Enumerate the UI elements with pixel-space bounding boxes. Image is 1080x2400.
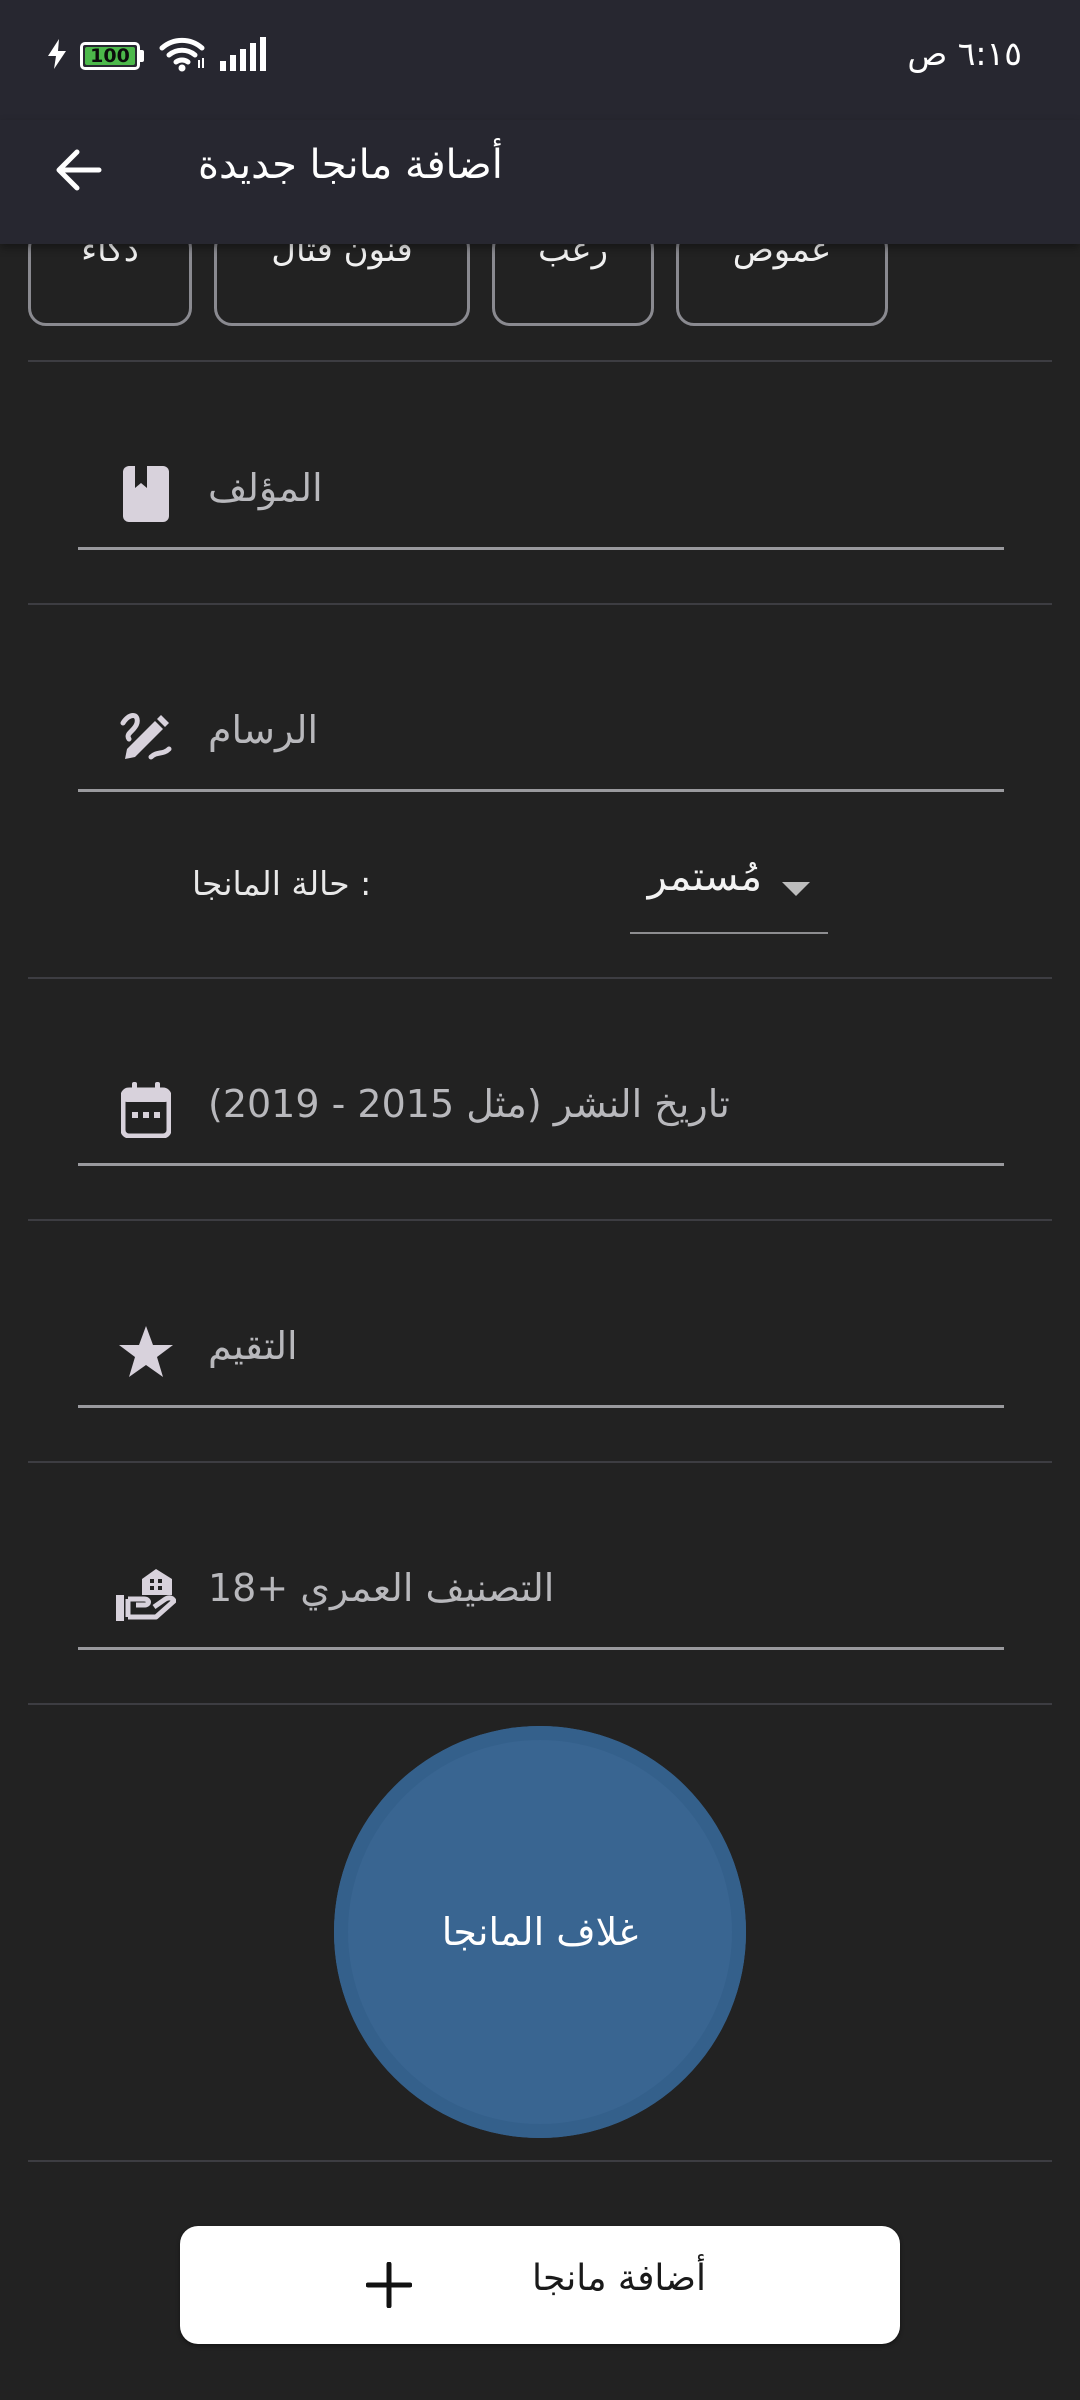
age-rating-field[interactable]: التصنيف العمري +18 <box>78 1530 1004 1650</box>
divider <box>28 977 1052 979</box>
screen: 100 ٦:١٥ ص أضافة مانجا جديدة عموص رعب فن… <box>0 0 1080 2400</box>
artist-field[interactable]: الرسام <box>78 672 1004 792</box>
rating-placeholder: التقيم <box>208 1324 298 1368</box>
genre-chip[interactable]: ذكاء <box>28 230 192 326</box>
release-date-placeholder: تاريخ النشر (مثل 2015 - 2019) <box>208 1082 730 1126</box>
battery-icon: 100 <box>80 42 144 70</box>
genre-chip[interactable]: عموص <box>676 230 888 326</box>
age-rating-placeholder: التصنيف العمري +18 <box>208 1566 555 1610</box>
divider <box>28 603 1052 605</box>
status-time: ٦:١٥ ص <box>907 34 1022 73</box>
status-icons: 100 <box>48 36 270 76</box>
divider <box>28 2160 1052 2162</box>
star-icon <box>114 1320 178 1384</box>
book-icon <box>114 462 178 526</box>
hand-house-icon <box>114 1562 178 1626</box>
add-manga-label: أضافة مانجا <box>532 2258 706 2299</box>
genre-chip[interactable]: فنون قتال <box>214 230 470 326</box>
manga-status-label: : حالة المانجا <box>192 864 372 903</box>
add-manga-button[interactable]: أضافة مانجا <box>180 2226 900 2344</box>
signal-icon <box>220 37 270 75</box>
charging-icon <box>48 39 66 73</box>
author-field[interactable]: المؤلف <box>78 430 1004 550</box>
divider <box>28 1219 1052 1221</box>
manga-status-value: مُستمر <box>647 854 762 900</box>
draw-icon <box>114 704 178 768</box>
author-placeholder: المؤلف <box>208 466 323 510</box>
manga-cover-label: غلاف المانجا <box>441 1910 639 1954</box>
manga-status-row: : حالة المانجا مُستمر <box>0 840 1080 950</box>
artist-placeholder: الرسام <box>208 708 319 752</box>
plus-icon <box>365 2261 413 2309</box>
release-date-field[interactable]: تاريخ النشر (مثل 2015 - 2019) <box>78 1046 1004 1166</box>
manga-cover-picker[interactable]: غلاف المانجا <box>334 1726 746 2138</box>
battery-level: 100 <box>85 46 135 65</box>
app-bar: أضافة مانجا جديدة <box>0 120 1080 244</box>
wifi-icon <box>158 36 206 76</box>
dropdown-arrow-icon <box>782 882 810 896</box>
divider <box>28 1703 1052 1705</box>
manga-status-dropdown[interactable]: مُستمر <box>630 846 828 934</box>
page-title: أضافة مانجا جديدة <box>198 142 503 188</box>
calendar-icon <box>114 1078 178 1142</box>
back-button[interactable] <box>46 140 110 204</box>
status-bar: 100 ٦:١٥ ص <box>0 0 1080 120</box>
divider <box>28 1461 1052 1463</box>
genre-chip[interactable]: رعب <box>492 230 654 326</box>
arrow-back-icon <box>53 148 103 196</box>
rating-field[interactable]: التقيم <box>78 1288 1004 1408</box>
divider <box>28 360 1052 362</box>
